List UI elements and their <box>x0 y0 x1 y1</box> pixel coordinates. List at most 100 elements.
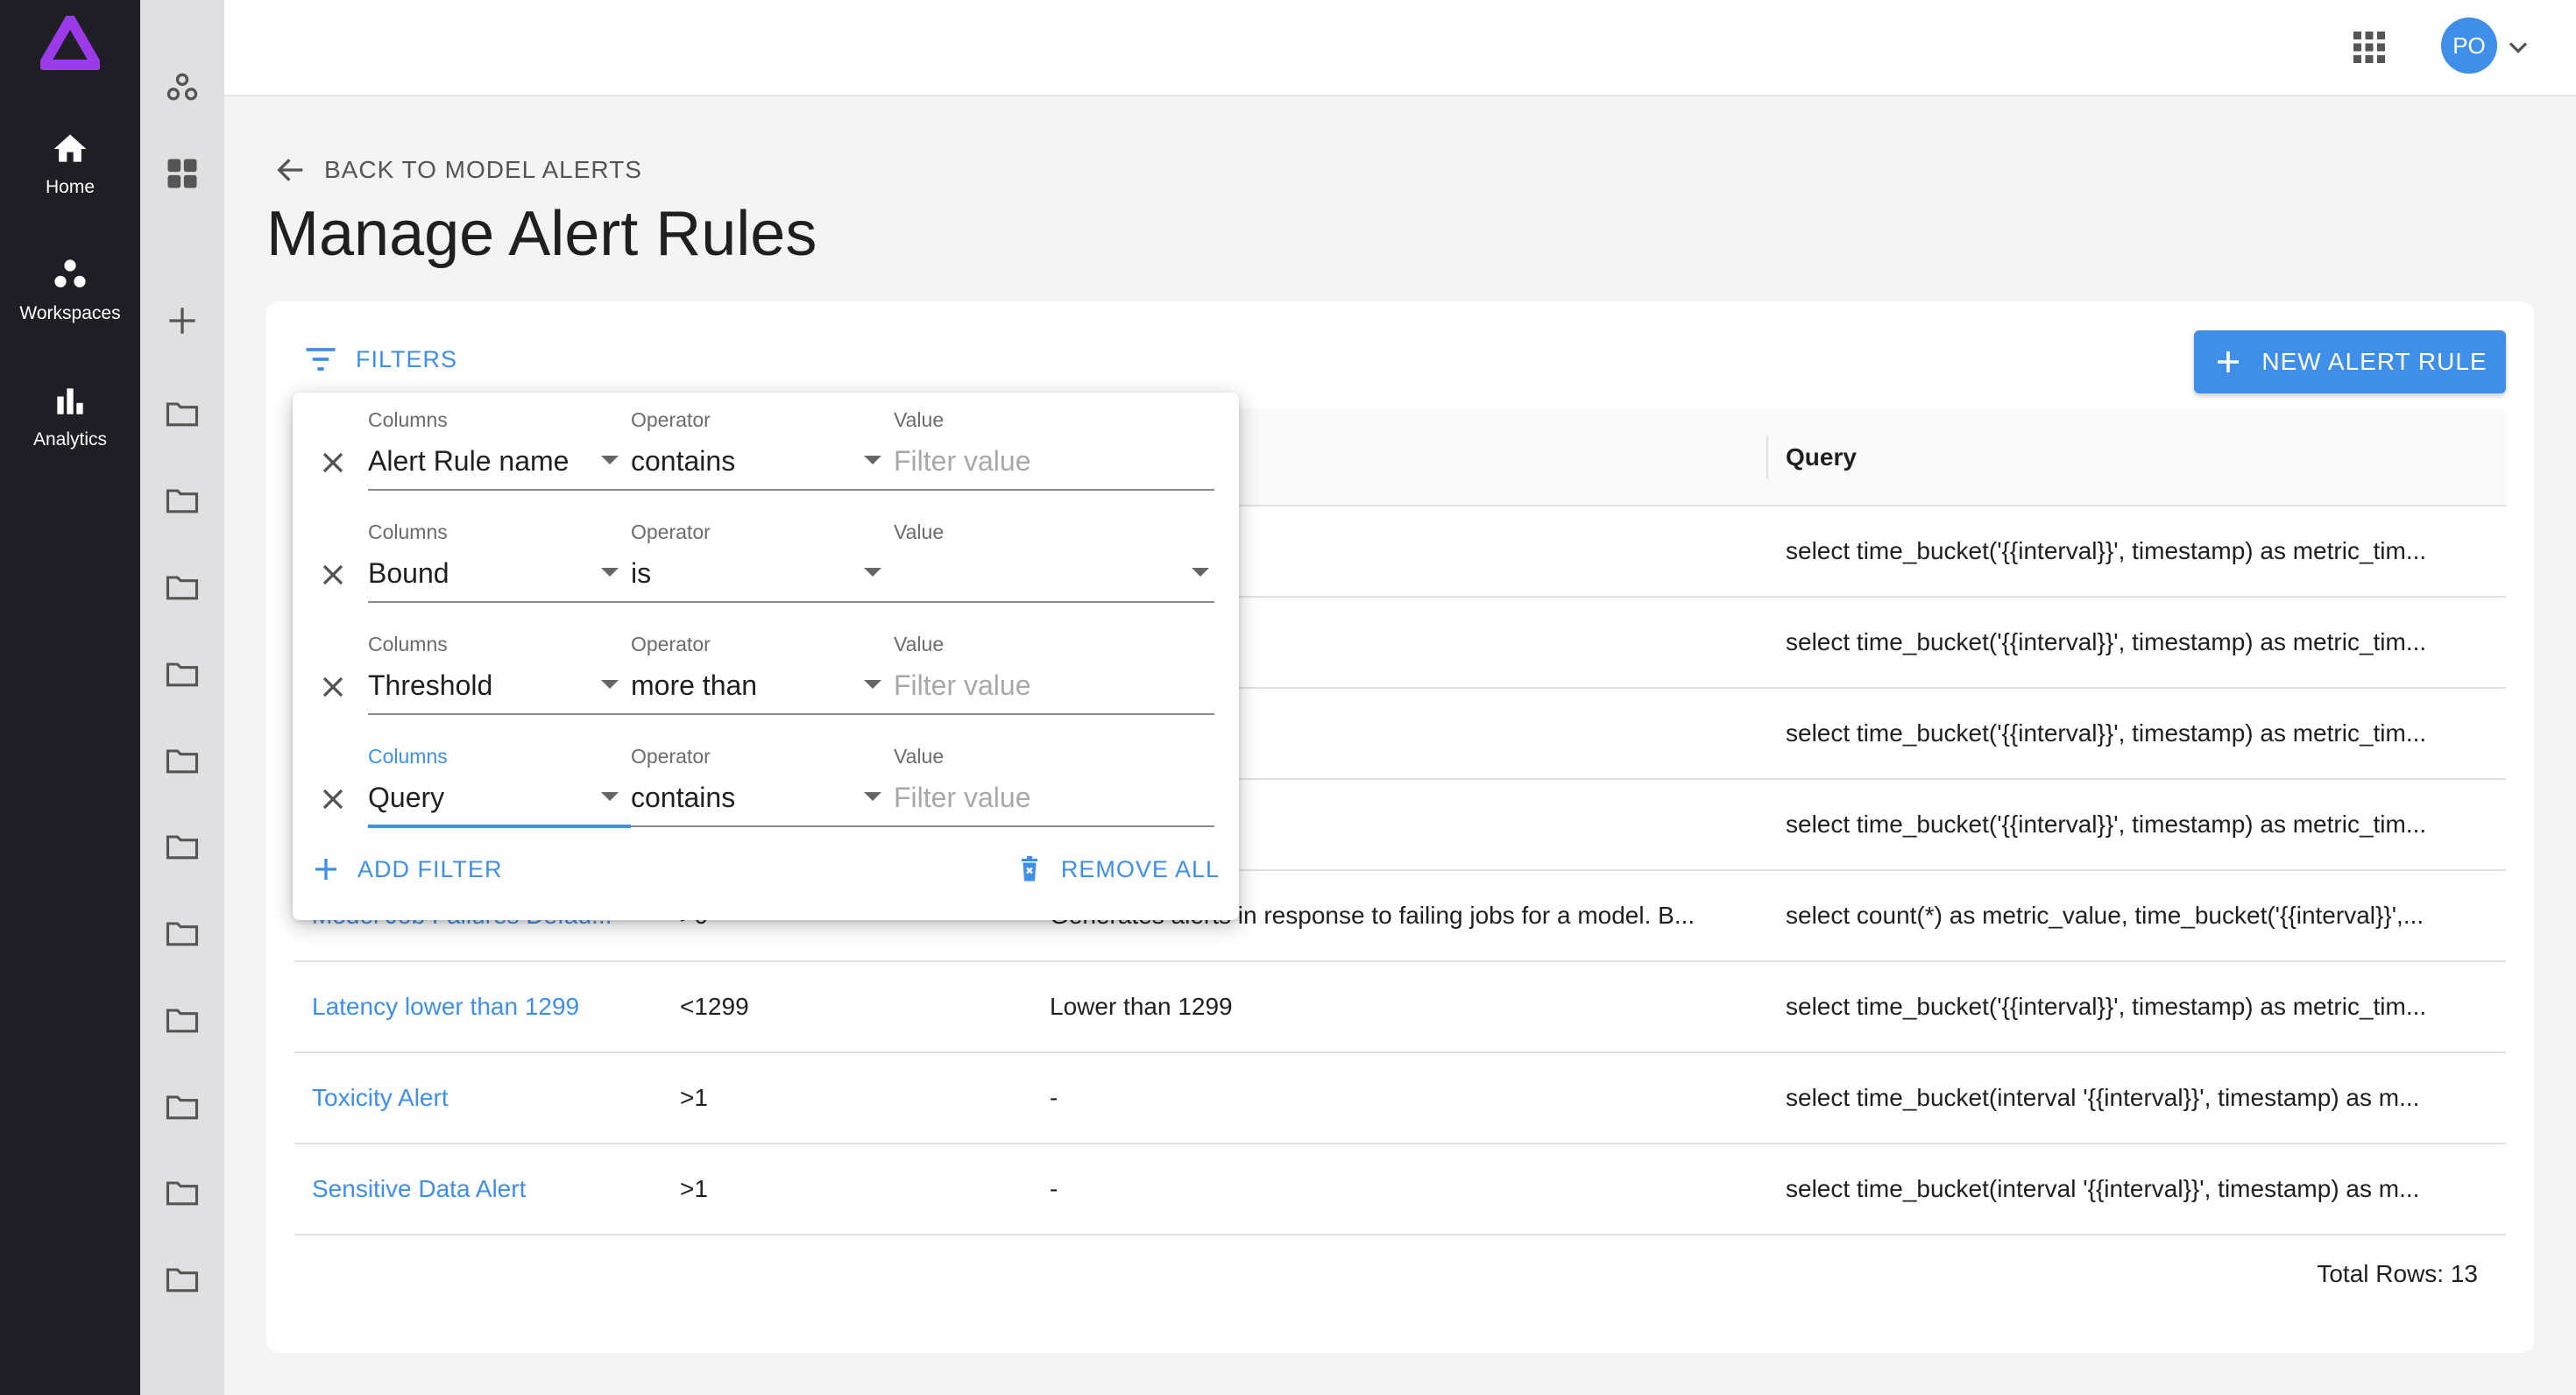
analytics-icon <box>57 388 83 414</box>
filter-column-value[interactable]: Alert Rule name <box>368 445 569 478</box>
folder-button[interactable] <box>140 1253 224 1306</box>
caret-down-icon[interactable] <box>864 568 881 577</box>
folder-button[interactable] <box>140 734 224 787</box>
close-icon[interactable] <box>315 782 350 817</box>
add-folder-button[interactable] <box>140 294 224 347</box>
filter-value-input[interactable]: Value Filter value <box>894 729 1214 841</box>
sidebar-item-home[interactable]: Home <box>0 130 140 198</box>
columns-label: Columns <box>368 745 448 768</box>
close-icon[interactable] <box>315 557 350 592</box>
dashboard-button[interactable] <box>140 147 224 200</box>
app-logo-icon[interactable] <box>40 16 100 72</box>
filter-column-select[interactable]: Columns Query <box>368 729 631 841</box>
folder-icon <box>166 1181 199 1206</box>
folder-button[interactable] <box>140 1166 224 1219</box>
field-underline <box>368 489 631 491</box>
value-label: Value <box>894 520 945 543</box>
user-avatar[interactable]: PO <box>2441 18 2497 74</box>
folder-icon <box>166 662 199 687</box>
folder-button[interactable] <box>140 1080 224 1133</box>
caret-down-icon[interactable] <box>864 680 881 689</box>
plus-icon <box>169 308 195 334</box>
close-icon[interactable] <box>315 669 350 705</box>
new-alert-rule-button[interactable]: NEW ALERT RULE <box>2194 330 2506 393</box>
sidebar-item-workspaces[interactable]: Workspaces <box>0 256 140 324</box>
filter-column-value[interactable]: Bound <box>368 557 449 590</box>
folder-button[interactable] <box>140 648 224 700</box>
sidebar-item-analytics[interactable]: Analytics <box>0 382 140 450</box>
filter-operator-select[interactable]: Operator contains <box>631 393 894 505</box>
filter-operator-select[interactable]: Operator more than <box>631 617 894 729</box>
workspaces-icon <box>54 259 86 287</box>
caret-down-icon[interactable] <box>864 456 881 464</box>
filter-column-select[interactable]: Columns Alert Rule name <box>368 393 631 505</box>
arrow-left-icon <box>277 159 303 181</box>
rule-name-link[interactable]: Sensitive Data Alert <box>312 1144 662 1234</box>
column-divider[interactable] <box>1766 436 1768 478</box>
filter-column-select[interactable]: Columns Bound <box>368 505 631 617</box>
filter-value-placeholder[interactable]: Filter value <box>894 445 1031 478</box>
columns-label: Columns <box>368 408 448 431</box>
value-label: Value <box>894 745 945 768</box>
rule-name-link[interactable]: Latency lower than 1299 <box>312 962 662 1052</box>
add-filter-button[interactable]: ADD FILTER <box>310 853 503 885</box>
chevron-down-icon[interactable] <box>2502 32 2534 63</box>
filter-operator-value[interactable]: contains <box>631 782 735 814</box>
filters-button[interactable]: FILTERS <box>301 340 457 379</box>
value-label: Value <box>894 408 945 431</box>
folder-button[interactable] <box>140 820 224 873</box>
filter-value-select[interactable]: Value <box>894 505 1214 617</box>
rule-description: - <box>1050 1175 1058 1202</box>
table-row[interactable]: Latency lower than 1299 <1299 Lower than… <box>294 962 2506 1053</box>
filter-column-value[interactable]: Query <box>368 782 444 814</box>
filter-operator-select[interactable]: Operator contains <box>631 729 894 841</box>
columns-label: Columns <box>368 633 448 655</box>
close-icon[interactable] <box>315 445 350 480</box>
home-icon <box>53 134 87 162</box>
table-row[interactable]: Sensitive Data Alert >1 - select time_bu… <box>294 1144 2506 1236</box>
filter-panel: Columns Alert Rule name Operator contain… <box>293 393 1239 920</box>
column-header-query[interactable]: Query <box>1786 408 1857 506</box>
secondary-sidebar <box>140 0 224 1395</box>
back-to-model-alerts-link[interactable]: BACK TO MODEL ALERTS <box>273 152 642 188</box>
filter-value-input[interactable]: Value Filter value <box>894 393 1214 505</box>
workspaces-outline-icon <box>166 73 198 101</box>
workspace-tree-button[interactable] <box>140 61 224 114</box>
folder-button[interactable] <box>140 474 224 527</box>
filter-value-placeholder[interactable]: Filter value <box>894 669 1031 702</box>
caret-down-icon[interactable] <box>1192 568 1209 577</box>
filter-operator-value[interactable]: is <box>631 557 651 590</box>
rule-query: select time_bucket('{{interval}}', times… <box>1786 993 2427 1020</box>
rule-query: select time_bucket(interval '{{interval}… <box>1786 1175 2420 1202</box>
filter-operator-select[interactable]: Operator is <box>631 505 894 617</box>
table-row[interactable]: Toxicity Alert >1 - select time_bucket(i… <box>294 1053 2506 1144</box>
filter-panel-actions: ADD FILTER REMOVE ALL <box>293 853 1239 906</box>
folder-button[interactable] <box>140 994 224 1046</box>
caret-down-icon[interactable] <box>601 568 619 577</box>
remove-all-button[interactable]: REMOVE ALL <box>1014 853 1220 885</box>
remove-all-label: REMOVE ALL <box>1060 855 1220 882</box>
filter-column-select[interactable]: Columns Threshold <box>368 617 631 729</box>
filter-value-input[interactable]: Value Filter value <box>894 617 1214 729</box>
rule-description: Lower than 1299 <box>1050 993 1233 1020</box>
filter-column-value[interactable]: Threshold <box>368 669 492 702</box>
caret-down-icon[interactable] <box>601 456 619 464</box>
folder-button[interactable] <box>140 387 224 440</box>
apps-grid-icon[interactable] <box>2348 26 2390 68</box>
field-underline <box>894 713 1214 715</box>
folder-button[interactable] <box>140 907 224 960</box>
caret-down-icon[interactable] <box>864 792 881 801</box>
sidebar-item-label: Workspaces <box>19 303 121 323</box>
folder-button[interactable] <box>140 561 224 613</box>
caret-down-icon[interactable] <box>601 792 619 801</box>
rule-name-link[interactable]: Toxicity Alert <box>312 1053 662 1143</box>
filter-operator-value[interactable]: contains <box>631 445 735 478</box>
field-underline <box>368 825 631 828</box>
filter-row: Columns Threshold Operator more than Val… <box>293 617 1239 729</box>
primary-sidebar: Home Workspaces Analytics <box>0 0 140 1395</box>
caret-down-icon[interactable] <box>601 680 619 689</box>
filter-value-placeholder[interactable]: Filter value <box>894 782 1031 814</box>
filter-operator-value[interactable]: more than <box>631 669 757 702</box>
plus-icon <box>315 859 336 880</box>
field-underline <box>631 489 894 491</box>
